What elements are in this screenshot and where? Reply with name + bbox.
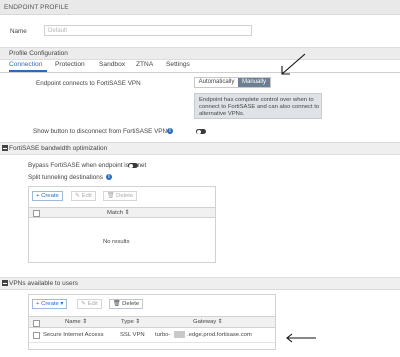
window-title: ENDPOINT PROFILE	[4, 4, 69, 11]
type-column-label: Type	[121, 319, 134, 325]
type-column-header[interactable]: Type ⇕	[121, 319, 140, 325]
select-all-checkbox[interactable]	[33, 320, 40, 327]
split-tunneling-panel: + Create ✎ Edit 🗑 Delete Match ⇕ No resu…	[28, 186, 216, 263]
profile-configuration-header: Profile Configuration	[0, 47, 400, 60]
info-icon[interactable]: i	[106, 174, 112, 180]
active-tab-indicator	[9, 70, 47, 72]
trash-icon: 🗑	[113, 301, 123, 307]
match-column-header[interactable]: Match ⇕	[107, 210, 130, 216]
vpn-gateway-suffix: .edge.prod.fortisase.com	[187, 332, 252, 338]
tab-sandbox[interactable]: Sandbox	[99, 61, 125, 68]
profile-configuration-title: Profile Configuration	[9, 50, 68, 57]
split-table-header: Match ⇕	[29, 207, 215, 218]
vpn-type-cell: SSL VPN	[120, 332, 145, 338]
row-checkbox[interactable]	[33, 332, 40, 339]
connect-mode-selector: Automatically Manually	[194, 77, 271, 88]
sort-icon: ⇕	[124, 210, 130, 216]
show-disconnect-label: Show button to disconnect from FortiSASE…	[33, 128, 168, 135]
vpns-available-title: VPNs available to users	[9, 280, 79, 287]
collapse-icon[interactable]	[2, 280, 8, 286]
connect-manually-option[interactable]: Manually	[238, 78, 270, 87]
vpn-table-header: Name ⇕ Type ⇕ Gateway ⇕	[29, 316, 275, 328]
name-column-header[interactable]: Name ⇕	[65, 319, 87, 325]
vpn-name-cell: Secure Internet Access	[43, 332, 104, 338]
vpn-delete-label: Delete	[122, 301, 140, 307]
annotation-arrow-icon	[281, 53, 306, 75]
sort-icon: ⇕	[82, 319, 88, 325]
connect-automatically-option[interactable]: Automatically	[195, 78, 238, 87]
vpn-create-label: + Create	[36, 301, 59, 307]
split-delete-label: Delete	[116, 193, 134, 199]
vpn-edit-label: Edit	[87, 301, 98, 307]
tab-settings[interactable]: Settings	[166, 61, 190, 68]
collapse-icon[interactable]	[2, 145, 8, 151]
name-input-placeholder: Default	[48, 28, 68, 34]
trash-icon: 🗑	[107, 193, 117, 199]
show-disconnect-toggle[interactable]	[196, 129, 206, 134]
name-input[interactable]: Default	[44, 25, 252, 36]
no-results-text: No results	[103, 239, 130, 245]
tab-protection[interactable]: Protection	[55, 61, 85, 68]
match-column-label: Match	[107, 210, 124, 216]
table-row[interactable]: Secure Internet Access SSL VPN turbo- .e…	[29, 328, 275, 343]
bandwidth-optimization-title: FortiSASE bandwidth optimization	[9, 145, 108, 152]
manual-mode-tooltip: Endpoint has complete control over when …	[194, 93, 322, 119]
split-edit-button[interactable]: ✎ Edit	[71, 191, 96, 201]
name-label: Name	[10, 28, 27, 35]
name-column-label: Name	[65, 319, 81, 325]
info-icon[interactable]: i	[167, 128, 173, 134]
split-edit-label: Edit	[81, 193, 92, 199]
tab-ztna[interactable]: ZTNA	[136, 61, 153, 68]
gateway-column-header[interactable]: Gateway ⇕	[193, 319, 223, 325]
vpns-panel: + Create ▾ ✎ Edit 🗑 Delete Name ⇕ Type ⇕…	[28, 294, 276, 350]
bandwidth-optimization-header[interactable]: FortiSASE bandwidth optimization	[0, 142, 400, 155]
gateway-column-label: Gateway	[193, 319, 217, 325]
vpn-delete-button[interactable]: 🗑 Delete	[109, 299, 144, 309]
split-create-button[interactable]: + Create	[32, 191, 63, 201]
redacted-block	[174, 331, 185, 338]
vpns-available-header[interactable]: VPNs available to users	[0, 277, 400, 290]
manual-mode-tooltip-text: Endpoint has complete control over when …	[199, 97, 320, 117]
tab-connection[interactable]: Connection	[9, 61, 42, 68]
window-title-bar: ENDPOINT PROFILE	[0, 0, 400, 15]
split-delete-button[interactable]: 🗑 Delete	[103, 191, 138, 201]
bypass-toggle[interactable]	[128, 163, 138, 168]
vpn-gateway-prefix: turbo-	[155, 332, 171, 338]
chevron-down-icon: ▾	[60, 301, 64, 307]
split-tunneling-label: Split tunneling destinations	[28, 174, 103, 181]
annotation-arrow-icon	[286, 333, 316, 343]
vpn-create-button[interactable]: + Create ▾	[32, 299, 68, 309]
vpn-connect-label: Endpoint connects to FortiSASE VPN	[36, 80, 141, 87]
sort-icon: ⇕	[135, 319, 141, 325]
pencil-icon: ✎	[75, 193, 82, 199]
select-all-checkbox[interactable]	[33, 210, 40, 217]
tab-bar: Connection Protection Sandbox ZTNA Setti…	[0, 60, 400, 73]
pencil-icon: ✎	[81, 301, 88, 307]
vpn-edit-button[interactable]: ✎ Edit	[77, 299, 102, 309]
sort-icon: ⇕	[217, 319, 223, 325]
